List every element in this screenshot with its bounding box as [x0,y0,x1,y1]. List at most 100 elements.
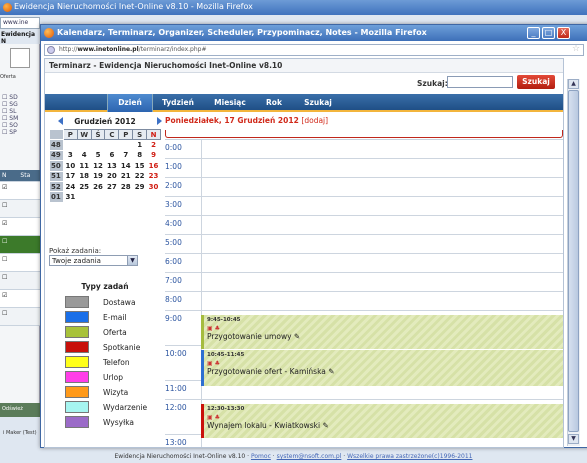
event-actions-icon[interactable]: ▣ ♣ [207,414,220,421]
week-number[interactable]: 48 [49,139,64,151]
hour-row[interactable]: 2:00 [165,178,563,197]
maximize-button[interactable]: □ [542,27,555,39]
refresh-button[interactable]: Odśwież [0,403,40,417]
calendar-day[interactable]: 22 [132,170,148,182]
hour-cell[interactable] [201,159,563,177]
checkbox-item[interactable]: ☐ SL [2,108,38,115]
table-row[interactable]: ☑ [0,218,40,236]
event-actions-icon[interactable]: ▣ ♣ [207,360,220,367]
background-url-bar[interactable]: www.ine [0,17,40,29]
hour-row[interactable]: 0:00 [165,140,563,159]
week-number[interactable]: 49 [49,149,64,162]
calendar-day[interactable]: 7 [118,149,134,162]
tab-year[interactable]: Rok [255,94,293,112]
week-number[interactable]: 01 [49,191,64,203]
calendar-event[interactable]: 12:30-13:30 ▣ ♣ Wynajem lokalu - Kwiatkows… [201,404,563,438]
calendar-day[interactable]: 1 [132,139,148,151]
tab-day[interactable]: Dzień [107,94,153,112]
calendar-day[interactable]: 5 [90,149,106,162]
calendar-day[interactable]: 28 [118,180,134,193]
table-row[interactable]: ☑ [0,182,40,200]
calendar-day[interactable]: 17 [62,170,78,182]
tab-search[interactable]: Szukaj [293,94,343,112]
week-number[interactable]: 52 [49,180,64,193]
hour-cell[interactable] [201,178,563,196]
event-actions-icon[interactable]: ▣ ♣ [207,325,220,332]
checkbox-item[interactable]: ☐ SO [2,122,38,129]
calendar-day[interactable]: 10 [62,160,78,172]
url-bar[interactable]: http://www.inetonline.pl/terminarz/index… [44,44,584,56]
calendar-day[interactable]: 20 [104,170,120,182]
calendar-day[interactable]: 11 [76,160,92,172]
show-tasks-select[interactable]: Twoje zadania [49,255,138,266]
hour-row[interactable]: 4:00 [165,216,563,235]
hour-row[interactable]: 7:00 [165,273,563,292]
hour-cell[interactable] [201,292,563,310]
checkbox-item[interactable]: ☐ SG [2,101,38,108]
scroll-up-icon[interactable]: ▲ [568,79,579,89]
calendar-day[interactable]: 31 [62,191,78,203]
hour-cell[interactable] [201,254,563,272]
help-link[interactable]: Pomoc [251,453,271,460]
search-input[interactable] [447,76,513,88]
week-number[interactable]: 51 [49,170,64,182]
checkbox-item[interactable]: ☐ SP [2,129,38,136]
calendar-day[interactable]: 29 [132,180,148,193]
hour-row[interactable]: 3:00 [165,197,563,216]
calendar-day[interactable]: 24 [62,180,78,193]
calendar-day[interactable]: 8 [132,149,148,162]
hour-cell[interactable] [201,216,563,234]
table-row[interactable]: ☐ [0,254,40,272]
hour-cell[interactable] [201,235,563,253]
calendar-day[interactable]: 25 [76,180,92,193]
calendar-event[interactable]: 10:45-11:45 ▣ ♣ Przygotowanie ofert - Kami… [201,350,563,386]
calendar-day[interactable]: 27 [104,180,120,193]
tab-week[interactable]: Tydzień [153,94,203,112]
hour-cell[interactable] [201,197,563,215]
calendar-day[interactable]: 2 [146,139,161,151]
hour-row[interactable]: 6:00 [165,254,563,273]
table-row[interactable]: ☐ [0,236,40,254]
calendar-day[interactable]: 16 [146,160,161,172]
close-button[interactable]: X [557,27,570,39]
rights-link[interactable]: Wszelkie prawa zastrzeżone(c)1996-2011 [347,453,472,460]
hour-row[interactable]: 8:00 [165,292,563,311]
table-row[interactable]: ☐ [0,308,40,326]
tab-month[interactable]: Miesiąc [205,94,255,112]
calendar-day[interactable]: 23 [146,170,161,182]
calendar-day[interactable]: 26 [90,180,106,193]
chevron-down-icon[interactable]: ▼ [127,256,137,265]
scrollbar-thumb[interactable] [568,90,579,432]
calendar-event[interactable]: 9:45-10:45 ▣ ♣ Przygotowanie umowy ✎ [201,315,563,349]
scroll-down-icon[interactable]: ▼ [568,434,579,444]
calendar-day[interactable]: 30 [146,180,161,193]
calendar-day[interactable]: 15 [132,160,148,172]
calendar-day[interactable]: 21 [118,170,134,182]
calendar-day[interactable]: 4 [76,149,92,162]
calendar-day[interactable]: 3 [62,149,78,162]
table-row[interactable]: ☑ [0,290,40,308]
calendar-day[interactable]: 19 [90,170,106,182]
oferta-icon[interactable] [10,48,30,68]
bookmark-star-icon[interactable]: ☆ [572,44,580,54]
calendar-day[interactable]: 18 [76,170,92,182]
calendar-day[interactable]: 12 [90,160,106,172]
hour-row[interactable]: 1:00 [165,159,563,178]
hour-row[interactable]: 5:00 [165,235,563,254]
table-row[interactable]: ☐ [0,200,40,218]
table-row[interactable]: ☐ [0,272,40,290]
calendar-day[interactable]: 9 [146,149,161,162]
all-day-bar[interactable] [165,130,563,138]
week-number[interactable]: 50 [49,160,64,172]
hour-cell[interactable] [201,273,563,291]
calendar-day[interactable]: 14 [118,160,134,172]
next-month-arrow-icon[interactable] [157,117,162,125]
add-task-link[interactable]: [dodaj] [301,116,328,125]
search-button[interactable]: Szukaj [517,75,555,89]
minimize-button[interactable]: _ [527,27,540,39]
checkbox-item[interactable]: ☐ SM [2,115,38,122]
email-link[interactable]: system@nsoft.com.pl [277,453,342,460]
hour-cell[interactable] [201,140,563,158]
calendar-day[interactable]: 6 [104,149,120,162]
calendar-day[interactable]: 13 [104,160,120,172]
